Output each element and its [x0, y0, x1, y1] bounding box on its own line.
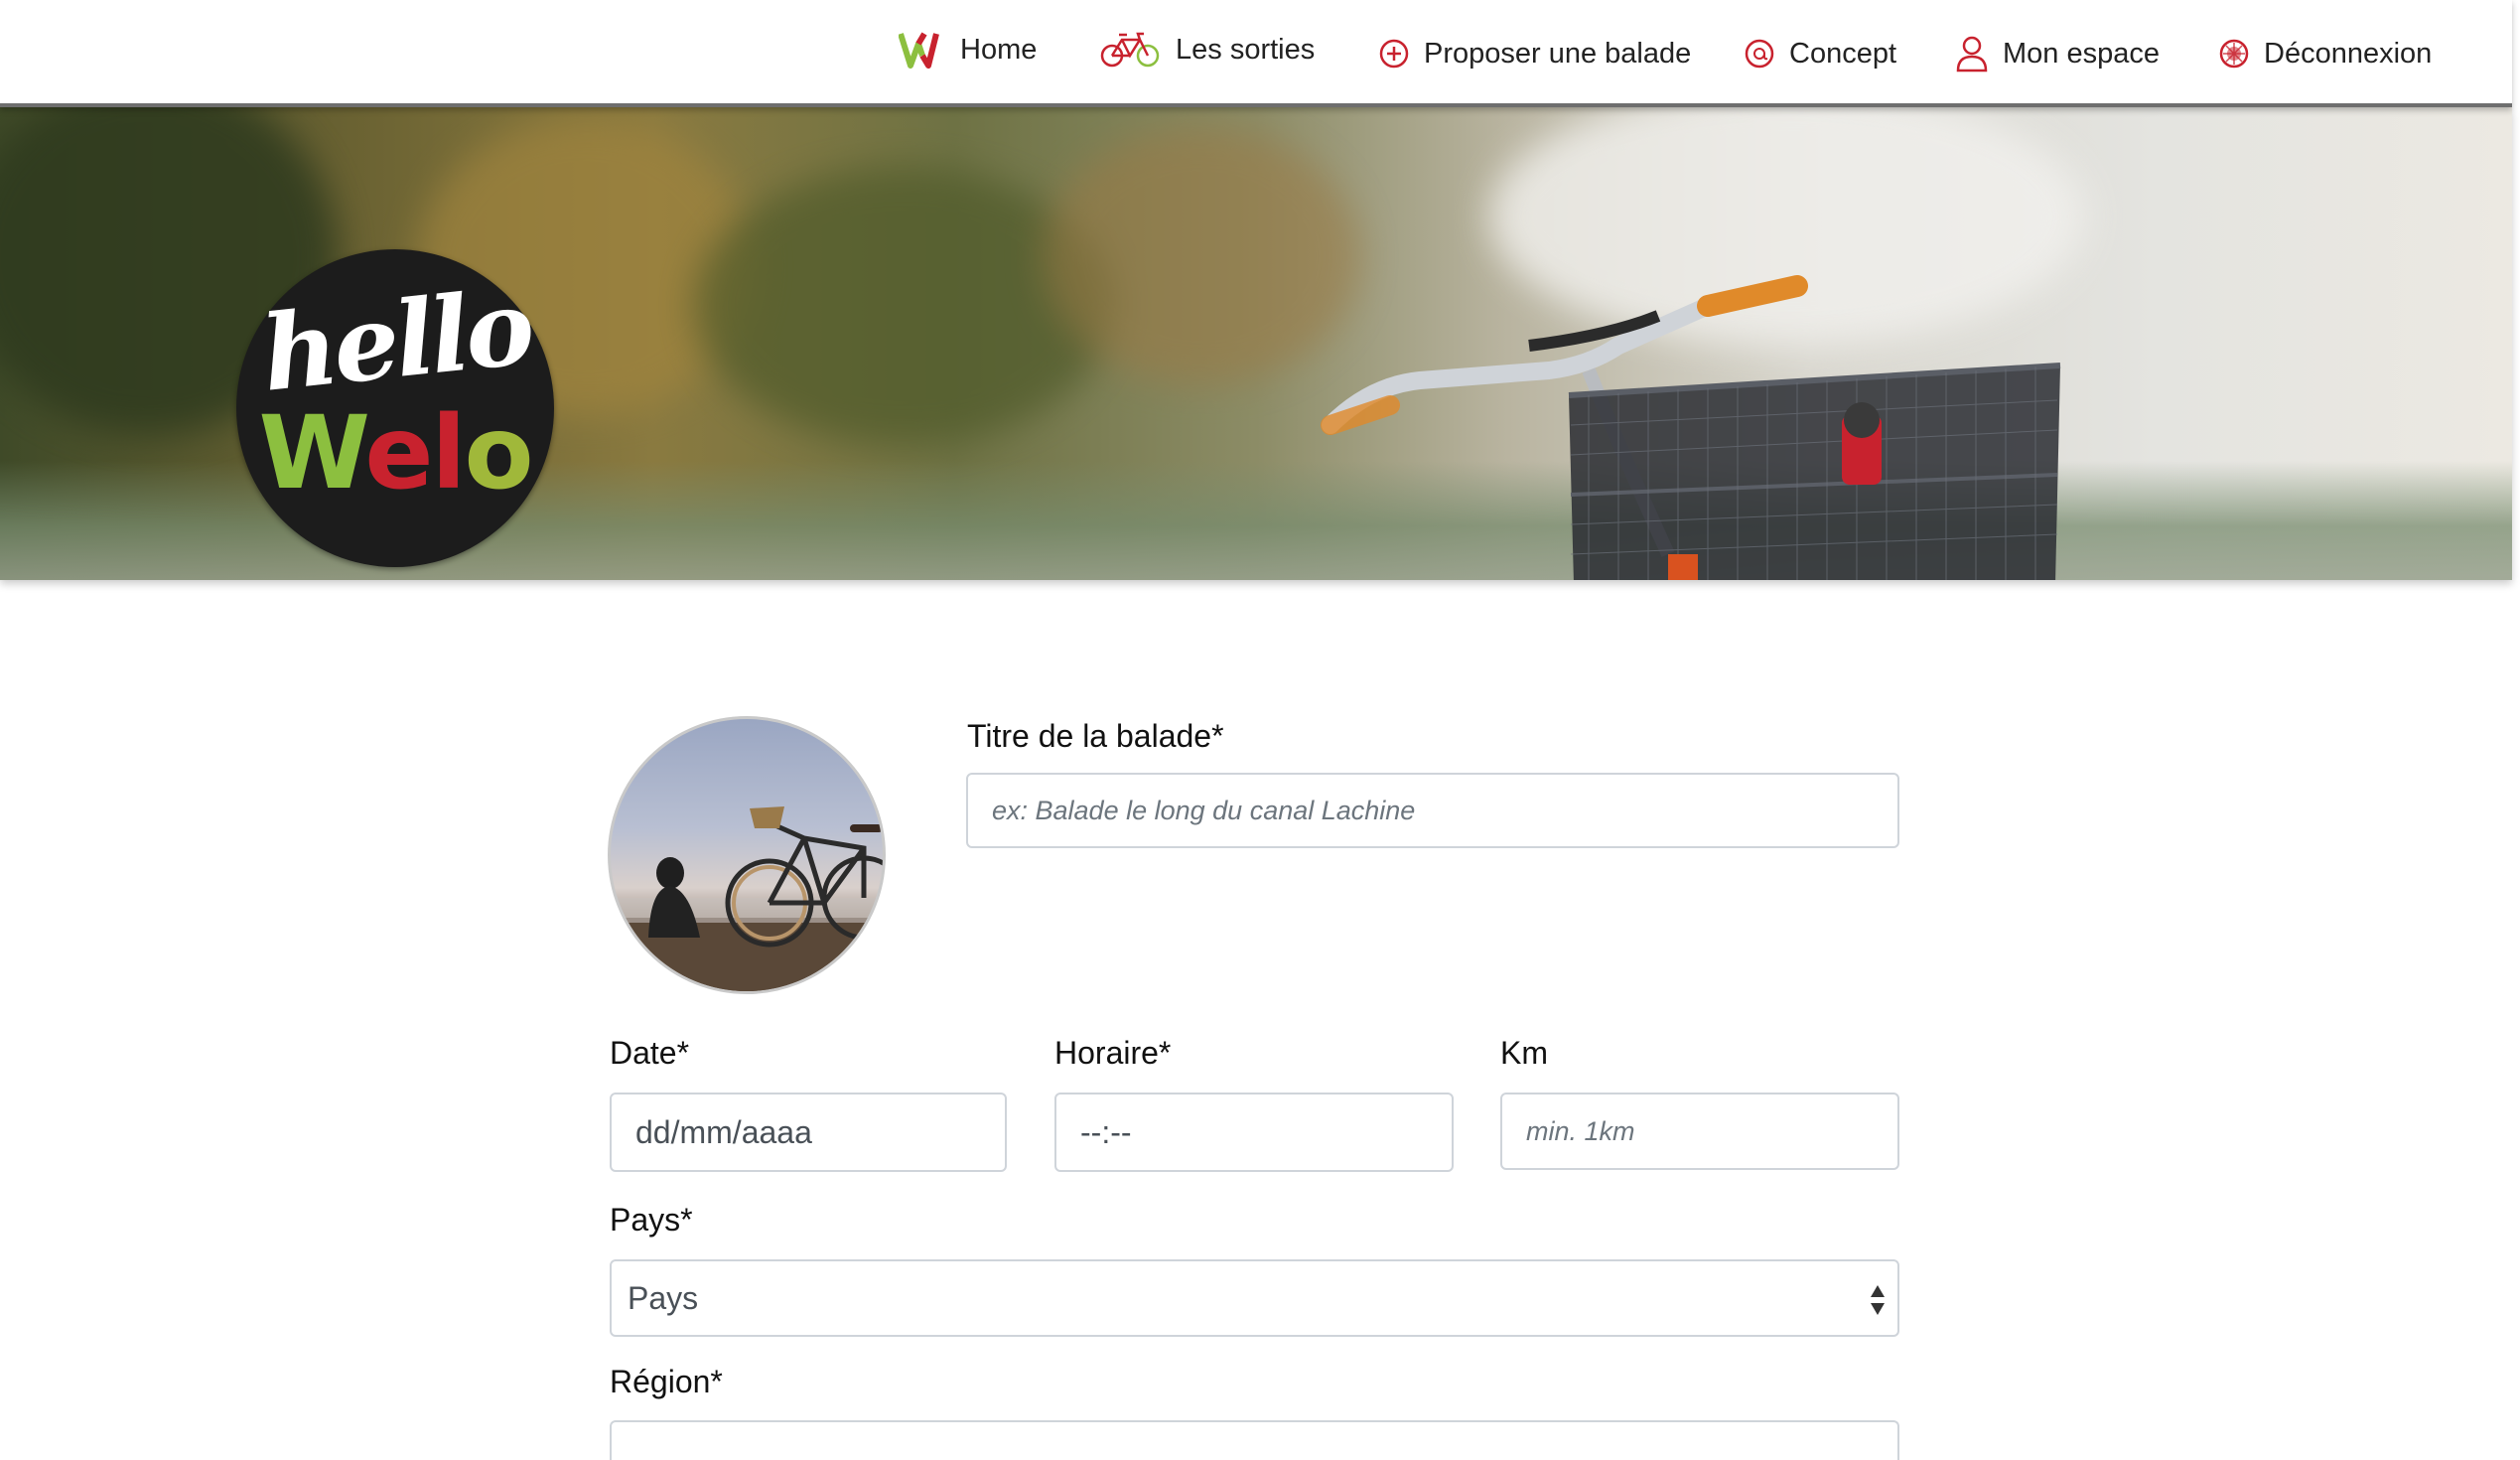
- ride-photo[interactable]: [608, 716, 886, 994]
- power-icon: [2218, 38, 2250, 70]
- hero-banner: hello Welo: [0, 107, 2512, 580]
- logo-hello-text: hello: [256, 265, 536, 415]
- pays-select-value: Pays: [628, 1279, 699, 1316]
- pays-select[interactable]: Pays: [610, 1259, 1899, 1337]
- top-navbar: Home Les sorties Proposer une balade Con…: [0, 0, 2512, 107]
- nav-proposer-balade[interactable]: Proposer une balade: [1378, 22, 1691, 85]
- bicycle-icon: [1100, 30, 1162, 70]
- at-circle-icon: [1744, 38, 1775, 70]
- person-with-bicycle-image: [611, 806, 883, 991]
- propose-ride-form: Titre de la balade* Date* dd/mm/aaaa Hor…: [0, 586, 2520, 1460]
- nav-deconnexion-label: Déconnexion: [2264, 37, 2433, 70]
- user-icon: [1955, 35, 1989, 73]
- pays-label: Pays*: [610, 1202, 693, 1238]
- date-label: Date*: [610, 1035, 690, 1071]
- logo-welo-text: Welo: [258, 394, 533, 512]
- km-input[interactable]: [1500, 1093, 1899, 1170]
- date-input[interactable]: dd/mm/aaaa: [610, 1093, 1007, 1172]
- title-label: Titre de la balade*: [967, 718, 1224, 754]
- km-label: Km: [1500, 1035, 1548, 1071]
- select-arrows-icon: [1871, 1285, 1885, 1315]
- nav-deconnexion[interactable]: Déconnexion: [2218, 22, 2432, 85]
- title-input[interactable]: [966, 773, 1899, 848]
- nav-proposer-balade-label: Proposer une balade: [1424, 37, 1692, 70]
- region-select[interactable]: [610, 1420, 1899, 1460]
- nav-concept-label: Concept: [1789, 37, 1897, 70]
- horaire-label: Horaire*: [1054, 1035, 1172, 1071]
- bicycle-basket-image: [1321, 275, 2061, 580]
- nav-home[interactable]: Home: [899, 18, 1037, 81]
- nav-home-label: Home: [960, 33, 1038, 66]
- horaire-input[interactable]: --:--: [1054, 1093, 1454, 1172]
- nav-mon-espace[interactable]: Mon espace: [1955, 22, 2160, 85]
- region-label: Région*: [610, 1364, 723, 1399]
- hello-welo-logo[interactable]: hello Welo: [236, 249, 554, 567]
- nav-concept[interactable]: Concept: [1744, 22, 1896, 85]
- plus-circle-icon: [1378, 38, 1410, 70]
- nav-les-sorties-label: Les sorties: [1176, 33, 1316, 66]
- horaire-input-value: --:--: [1080, 1113, 1132, 1150]
- nav-les-sorties[interactable]: Les sorties: [1100, 18, 1315, 81]
- welo-w-icon: [899, 30, 946, 70]
- nav-mon-espace-label: Mon espace: [2003, 37, 2160, 70]
- date-input-value: dd/mm/aaaa: [635, 1113, 812, 1150]
